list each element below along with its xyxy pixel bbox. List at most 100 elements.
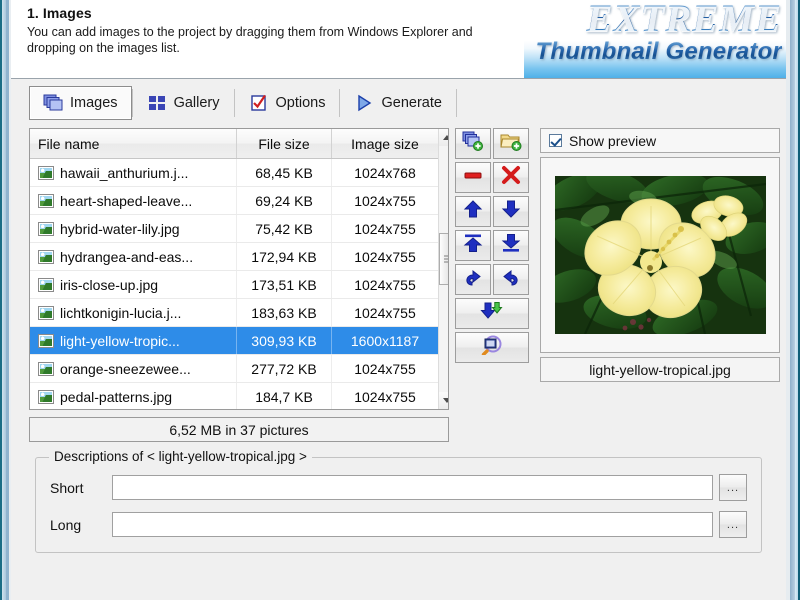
descriptions-group: Descriptions of < light-yellow-tropical.… (35, 449, 762, 553)
tab-label: Generate (381, 95, 442, 111)
preview-filename: light-yellow-tropical.jpg (540, 357, 780, 382)
cell-file-name: hybrid-water-lily.jpg (30, 215, 237, 242)
remove-button[interactable] (455, 162, 491, 193)
cell-image-size: 1024x755 (354, 220, 416, 237)
file-name-text: heart-shaped-leave... (60, 192, 193, 209)
redo-button[interactable] (493, 264, 529, 295)
cell-file-size: 68,45 KB (237, 159, 332, 186)
cell-image-size: 1024x755 (354, 192, 416, 209)
toolbar-row (455, 264, 531, 295)
long-description-input[interactable] (112, 512, 713, 537)
cell-file-size: 75,42 KB (237, 215, 332, 242)
add-folder-button[interactable] (493, 128, 529, 159)
long-label: Long (50, 516, 82, 533)
checklist-icon (249, 94, 269, 112)
add-images-button[interactable] (455, 128, 491, 159)
column-header-file-size[interactable]: File size (237, 129, 332, 158)
table-row[interactable]: orange-sneezewee... 277,72 KB 1024x755 (30, 355, 438, 383)
sort-down-icon (480, 301, 504, 326)
move-to-bottom-button[interactable] (493, 230, 529, 261)
toolbar-row (455, 128, 531, 159)
table-row[interactable]: hydrangea-and-eas... 172,94 KB 1024x755 (30, 243, 438, 271)
toolbar-row (455, 162, 531, 193)
tab-separator (455, 89, 457, 117)
image-thumbnail-icon (38, 221, 54, 236)
move-up-button[interactable] (455, 196, 491, 227)
undo-arrow-icon (462, 267, 484, 292)
cell-file-name: lichtkonigin-lucia.j... (30, 299, 237, 326)
move-to-top-button[interactable] (455, 230, 491, 261)
cell-image-size: 1024x768 (354, 164, 416, 181)
cell-image-size: 1024x755 (354, 276, 416, 293)
preview-image (554, 176, 766, 334)
image-thumbnail-icon (38, 165, 54, 180)
cell-image-size: 1024x755 (354, 304, 416, 321)
cell-image-size: 1024x755 (354, 248, 416, 265)
arrow-up-icon (462, 199, 484, 224)
header-banner: 1. Images You can add images to the proj… (11, 0, 786, 79)
image-thumbnail-icon (38, 193, 54, 208)
sort-button[interactable] (455, 298, 529, 329)
page-description: You can add images to the project by dra… (27, 25, 473, 55)
cell-file-name: heart-shaped-leave... (30, 187, 237, 214)
cell-image-size: 1600x1187 (350, 332, 420, 349)
image-thumbnail-icon (38, 305, 54, 320)
clear-all-button[interactable] (493, 162, 529, 193)
cell-image-size: 1024x755 (354, 360, 416, 377)
scroll-down-button[interactable] (439, 392, 448, 409)
arrow-down-icon (500, 199, 522, 224)
file-list-scrollbar[interactable] (438, 129, 448, 409)
file-grid-body: hawaii_anthurium.j... 68,45 KB 1024x768 hea… (30, 159, 438, 409)
column-header-file-name[interactable]: File name (30, 129, 237, 158)
image-thumbnail-icon (38, 389, 54, 404)
header-text-block: 1. Images You can add images to the proj… (27, 5, 497, 56)
client-area: 1. Images You can add images to the proj… (11, 0, 786, 600)
toolbar-row (455, 230, 531, 261)
table-row[interactable]: iris-close-up.jpg 173,51 KB 1024x755 (30, 271, 438, 299)
show-preview-checkbox[interactable]: Show preview (540, 128, 780, 153)
cell-file-name: hawaii_anthurium.j... (30, 159, 237, 186)
file-name-text: lichtkonigin-lucia.j... (60, 304, 182, 321)
table-row[interactable]: hawaii_anthurium.j... 68,45 KB 1024x768 (30, 159, 438, 187)
short-description-input[interactable] (112, 475, 713, 500)
table-row[interactable]: hybrid-water-lily.jpg 75,42 KB 1024x755 (30, 215, 438, 243)
image-thumbnail-icon (38, 277, 54, 292)
file-list[interactable]: File name File size Image size hawaii_an… (29, 128, 449, 410)
file-name-text: hydrangea-and-eas... (60, 248, 194, 265)
table-row[interactable]: light-yellow-tropic... 309,93 KB 1600x1187 (30, 327, 438, 355)
tab-generate[interactable]: Generate (340, 86, 455, 120)
move-down-button[interactable] (493, 196, 529, 227)
long-description-row: Long ... (50, 511, 747, 538)
long-browse-button[interactable]: ... (719, 511, 747, 538)
file-name-text: light-yellow-tropic... (60, 332, 180, 349)
show-preview-label: Show preview (569, 132, 657, 149)
scroll-up-button[interactable] (439, 129, 448, 146)
preview-image-frame (540, 157, 780, 353)
file-name-text: pedal-patterns.jpg (60, 388, 173, 405)
table-row[interactable]: heart-shaped-leave... 69,24 KB 1024x755 (30, 187, 438, 215)
preview-button[interactable] (455, 332, 529, 363)
tab-images[interactable]: Images (29, 86, 132, 120)
toolbar-row (455, 298, 531, 329)
table-row[interactable]: lichtkonigin-lucia.j... 183,63 KB 1024x755 (30, 299, 438, 327)
cell-file-name: pedal-patterns.jpg (30, 383, 237, 409)
toolbar-row (455, 332, 531, 363)
total-size-status: 6,52 MB in 37 pictures (29, 417, 449, 442)
tab-gallery[interactable]: Gallery (133, 86, 234, 120)
short-browse-button[interactable]: ... (719, 474, 747, 501)
table-row[interactable]: pedal-patterns.jpg 184,7 KB 1024x755 (30, 383, 438, 409)
cell-file-size: 277,72 KB (237, 355, 332, 382)
tab-options[interactable]: Options (235, 86, 340, 120)
column-header-image-size[interactable]: Image size (332, 129, 438, 158)
checkbox-checked-icon (549, 134, 562, 147)
undo-button[interactable] (455, 264, 491, 295)
scrollbar-thumb[interactable] (439, 233, 448, 285)
red-x-icon (500, 165, 522, 190)
magnifier-image-icon (480, 335, 504, 360)
app-logo: EXTREME Thumbnail Generator (524, 0, 786, 78)
cell-file-size: 172,94 KB (237, 243, 332, 270)
grid-icon (147, 94, 167, 112)
redo-arrow-icon (500, 267, 522, 292)
image-thumbnail-icon (38, 249, 54, 264)
page-title: 1. Images (27, 5, 92, 21)
